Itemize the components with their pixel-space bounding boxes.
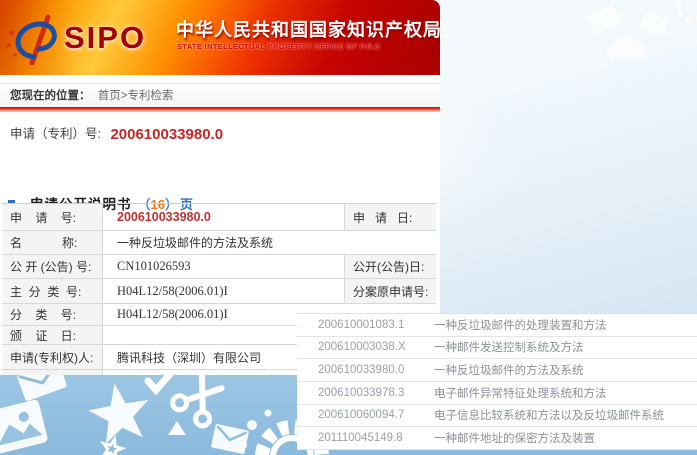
table-row-publication-no: 公 开 (公告) 号: CN101026593 公开(公告)日: <box>2 255 436 279</box>
application-number-line: 申请（专利）号: 200610033980.0 <box>10 123 440 144</box>
patent-title: 电子邮件异常特征处理系统和方法 <box>434 385 607 401</box>
gear-icon <box>678 0 697 20</box>
patent-list-item[interactable]: 200610033978.3 电子邮件异常特征处理系统和方法 <box>297 382 697 405</box>
sipo-logo-icon: ★ ★ ★ <box>6 11 66 70</box>
patent-list-item[interactable]: 200610060094.7 电子信息比较系统和方法以及反垃圾邮件系统 <box>297 405 697 428</box>
patent-title: 一种反垃圾邮件的处理装置和方法 <box>434 317 607 333</box>
table-row-application-no: 申 请 号: 200610033980.0 申 请 日: <box>2 204 436 231</box>
svg-text:★: ★ <box>7 28 16 39</box>
row-label: 申 请 号: <box>2 204 103 230</box>
row-right-label: 公开(公告)日: <box>344 255 436 278</box>
patent-title: 一种邮件地址的保密方法及装置 <box>434 430 595 446</box>
red-divider <box>0 107 440 112</box>
table-row-name: 名 称: 一种反垃圾邮件的方法及系统 <box>2 231 436 255</box>
star-outline-icon <box>101 437 124 455</box>
patent-list-item[interactable]: 201110045149.8 一种邮件地址的保密方法及装置 <box>297 427 697 450</box>
patent-number: 200610003038.X <box>297 341 434 353</box>
star-icon <box>85 378 155 446</box>
patent-number: 201110045149.8 <box>297 432 434 444</box>
patent-number: 200610001083.1 <box>297 319 434 331</box>
row-label: 申请(专利权)人: <box>2 345 103 369</box>
sipo-logo-text: SIPO <box>64 20 146 56</box>
row-right-label: 分案原申请号: <box>344 279 436 303</box>
dot-icon <box>239 441 247 449</box>
svg-text:★: ★ <box>6 41 12 50</box>
svg-text:★: ★ <box>12 51 18 59</box>
org-name-chinese: 中华人民共和国国家知识产权局 <box>176 16 436 42</box>
envelope-icon <box>640 11 671 37</box>
breadcrumb-path[interactable]: 首页>专利检索 <box>98 90 174 102</box>
breadcrumb-label: 您现在的位置： <box>10 90 91 102</box>
patent-list-item[interactable]: 200610033980.0 一种反垃圾邮件的方法及系统 <box>297 359 697 382</box>
background-decoration-icons <box>553 0 697 115</box>
check-icon <box>148 375 170 390</box>
org-name-english: STATE INTELLECTUAL PROPERTY OFFICE OF P.… <box>177 42 381 51</box>
row-label: 颁 证 日: <box>2 326 103 344</box>
patent-list-item[interactable]: 200610001083.1 一种反垃圾邮件的处理装置和方法 <box>297 314 697 337</box>
cloud-icon <box>607 35 648 60</box>
patent-number: 200610033978.3 <box>297 387 434 399</box>
application-number-value: 200610033980.0 <box>110 126 223 143</box>
dot-icon <box>247 420 257 430</box>
dot-icon <box>265 410 272 417</box>
sipo-header-banner: ★ ★ ★ SIPO 中华人民共和国国家知识产权局 STATE INTELLEC… <box>0 0 440 75</box>
row-label: 分 类 号: <box>2 304 103 325</box>
scissors-icon <box>170 375 229 429</box>
row-label: 公 开 (公告) 号: <box>2 255 103 278</box>
breadcrumb: 您现在的位置： 首页>专利检索 <box>0 83 440 107</box>
row-value: 一种反垃圾邮件的方法及系统 <box>103 231 436 254</box>
triangle-icon <box>168 421 186 435</box>
row-right-label: 申 请 日: <box>344 204 436 230</box>
row-value: H04L12/58(2006.01)I <box>103 279 344 303</box>
row-value: CN101026593 <box>103 255 344 278</box>
table-row-main-class: 主 分 类 号: H04L12/58(2006.01)I 分案原申请号: <box>2 279 436 304</box>
envelope-icon <box>588 5 622 36</box>
patent-list-item[interactable]: 200610003038.X 一种邮件发送控制系统及方法 <box>297 337 697 360</box>
envelope-icon <box>17 375 68 402</box>
patent-title: 一种反垃圾邮件的方法及系统 <box>434 362 584 378</box>
patent-number: 200610033980.0 <box>297 364 434 376</box>
row-label: 主 分 类 号: <box>2 279 103 303</box>
row-label: 名 称: <box>2 231 103 254</box>
photo-icon <box>0 399 48 455</box>
application-number-label: 申请（专利）号: <box>10 127 101 141</box>
patent-title: 一种邮件发送控制系统及方法 <box>434 339 584 355</box>
row-value: 200610033980.0 <box>103 204 344 230</box>
envelope-icon <box>211 424 249 455</box>
patent-title: 电子信息比较系统和方法以及反垃圾邮件系统 <box>434 407 664 423</box>
related-patents-panel: 200610001083.1 一种反垃圾邮件的处理装置和方法 200610003… <box>297 313 697 450</box>
patent-number: 200610060094.7 <box>297 409 434 421</box>
